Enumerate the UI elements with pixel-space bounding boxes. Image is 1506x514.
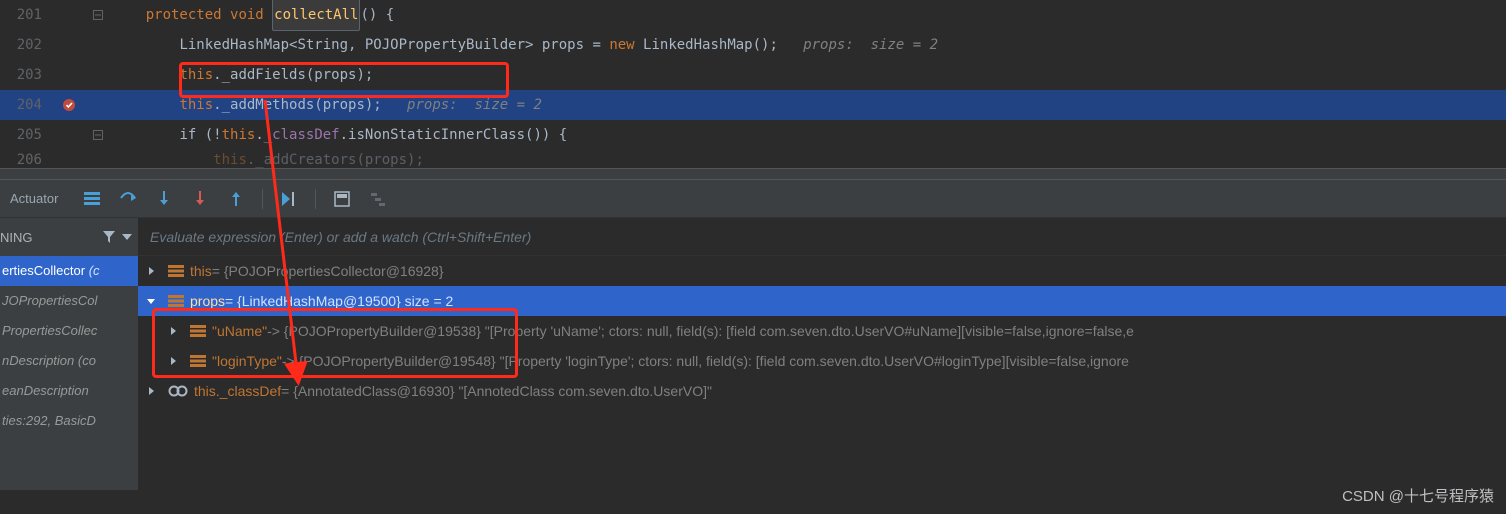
code-line[interactable]: 202 LinkedHashMap<String, POJOPropertyBu…	[0, 30, 1506, 60]
code-line[interactable]: 203 this ._addFields(props);	[0, 60, 1506, 90]
line-number: 206	[0, 150, 54, 168]
expand-icon[interactable]	[168, 326, 184, 336]
separator	[315, 189, 316, 209]
frame-item[interactable]: JOPropertiesCol	[0, 286, 138, 316]
keyword: protected	[146, 0, 230, 30]
code-editor[interactable]: 201 protected void collectAll () { 202 L…	[0, 0, 1506, 168]
variable-value: = {AnnotatedClass@16930} "[AnnotedClass …	[281, 383, 712, 399]
code-line[interactable]: 206 this ._addCreators(props);	[0, 150, 1506, 168]
separator	[262, 189, 263, 209]
object-icon	[168, 295, 184, 307]
frame-item[interactable]: nDescription (co	[0, 346, 138, 376]
keyword: this	[179, 60, 213, 90]
variables-pane[interactable]: Evaluate expression (Enter) or add a wat…	[138, 218, 1506, 490]
stack-icon[interactable]	[82, 189, 102, 209]
line-number: 203	[0, 60, 54, 90]
field-ref: _classDef	[264, 120, 340, 150]
variable-name: "uName"	[212, 323, 267, 339]
code-line[interactable]: 201 protected void collectAll () {	[0, 0, 1506, 30]
keyword: void	[230, 0, 272, 30]
glasses-icon	[168, 385, 188, 397]
inline-hint: props: size = 2	[407, 90, 542, 120]
variable-row[interactable]: "loginType" -> {POJOPropertyBuilder@1954…	[138, 346, 1506, 376]
dropdown-icon[interactable]	[122, 234, 132, 240]
code-line[interactable]: 205 if (! this . _classDef .isNonStaticI…	[0, 120, 1506, 150]
variable-row[interactable]: this = {POJOPropertiesCollector@16928}	[138, 256, 1506, 286]
variable-name: this._classDef	[194, 383, 281, 399]
frame-item[interactable]: PropertiesCollec	[0, 316, 138, 346]
variable-name: props	[190, 293, 225, 309]
keyword: new	[609, 30, 643, 60]
keyword: this	[222, 120, 256, 150]
force-step-into-icon[interactable]	[190, 189, 210, 209]
expand-icon[interactable]	[146, 296, 162, 306]
variable-row[interactable]: this._classDef = {AnnotatedClass@16930} …	[138, 376, 1506, 406]
trace-icon[interactable]	[368, 189, 388, 209]
frames-header: NING	[0, 218, 138, 256]
object-icon	[168, 265, 184, 277]
tool-window-tabs[interactable]	[0, 168, 1506, 180]
evaluate-input[interactable]: Evaluate expression (Enter) or add a wat…	[138, 218, 1506, 256]
frames-pane[interactable]: NING ertiesCollector (cJOPropertiesColPr…	[0, 218, 138, 490]
run-to-cursor-icon[interactable]	[279, 189, 299, 209]
fold-icon[interactable]	[84, 10, 112, 20]
frame-item[interactable]: ties:292, BasicD	[0, 406, 138, 436]
variable-value: = {LinkedHashMap@19500} size = 2	[225, 293, 453, 309]
breakpoint-icon[interactable]	[54, 98, 84, 112]
variable-value: = {POJOPropertiesCollector@16928}	[212, 263, 444, 279]
expand-icon[interactable]	[146, 386, 162, 396]
frame-item[interactable]: ertiesCollector (c	[0, 256, 138, 286]
variable-name: "loginType"	[212, 353, 282, 369]
frame-item[interactable]: eanDescription	[0, 376, 138, 406]
step-over-icon[interactable]	[118, 189, 138, 209]
object-icon	[190, 325, 206, 337]
line-number: 204	[0, 90, 54, 120]
variable-row[interactable]: "uName" -> {POJOPropertyBuilder@19538} "…	[138, 316, 1506, 346]
variable-row[interactable]: props = {LinkedHashMap@19500} size = 2	[138, 286, 1506, 316]
variable-value: -> {POJOPropertyBuilder@19538} "[Propert…	[267, 323, 1134, 339]
tab-actuator[interactable]: Actuator	[0, 191, 68, 206]
fold-icon[interactable]	[84, 130, 112, 140]
line-number: 205	[0, 120, 54, 150]
line-number: 202	[0, 30, 54, 60]
object-icon	[190, 355, 206, 367]
evaluate-placeholder: Evaluate expression (Enter) or add a wat…	[150, 229, 531, 245]
step-into-icon[interactable]	[154, 189, 174, 209]
method-name: collectAll	[272, 0, 360, 31]
variable-value: -> {POJOPropertyBuilder@19548} "[Propert…	[282, 353, 1129, 369]
code-line-current[interactable]: 204 this ._addMethods(props); props: siz…	[0, 90, 1506, 120]
filter-icon[interactable]	[102, 230, 116, 244]
line-number: 201	[0, 0, 54, 30]
expand-icon[interactable]	[146, 266, 162, 276]
debugger-toolbar: Actuator	[0, 180, 1506, 218]
variable-name: this	[190, 263, 212, 279]
thread-label: NING	[0, 230, 33, 245]
inline-hint: props: size = 2	[803, 30, 938, 60]
gutter: 201	[0, 0, 112, 30]
keyword: this	[179, 90, 213, 120]
watermark: CSDN @十七号程序猿	[1342, 485, 1494, 506]
expand-icon[interactable]	[168, 356, 184, 366]
evaluate-icon[interactable]	[332, 189, 352, 209]
step-out-icon[interactable]	[226, 189, 246, 209]
